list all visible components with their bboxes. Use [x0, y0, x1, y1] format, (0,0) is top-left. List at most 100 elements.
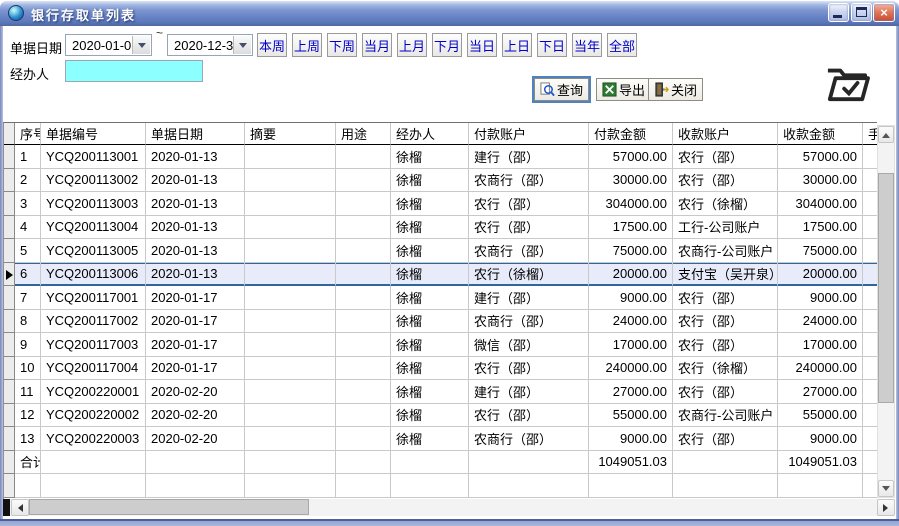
- table-cell[interactable]: 4: [15, 216, 41, 240]
- period-button[interactable]: 下日: [537, 33, 567, 57]
- period-button[interactable]: 本周: [257, 33, 287, 57]
- table-cell[interactable]: [245, 192, 336, 216]
- table-cell[interactable]: [245, 333, 336, 357]
- table-cell[interactable]: [245, 216, 336, 240]
- table-cell[interactable]: YCQ200220002: [41, 404, 146, 428]
- column-header[interactable]: 付款金额: [589, 123, 673, 145]
- table-cell[interactable]: [336, 239, 391, 263]
- table-cell[interactable]: 农商行（邵）: [469, 427, 589, 451]
- table-cell[interactable]: 工行-公司账户: [673, 216, 778, 240]
- period-button[interactable]: 当日: [467, 33, 497, 57]
- table-cell[interactable]: [245, 145, 336, 169]
- table-cell[interactable]: 75000.00: [778, 239, 863, 263]
- table-cell[interactable]: 20000.00: [589, 263, 673, 287]
- vertical-scrollbar[interactable]: [877, 125, 895, 498]
- table-cell[interactable]: 农商行（邵）: [469, 310, 589, 334]
- row-selector[interactable]: [4, 310, 15, 334]
- column-header[interactable]: 单据编号: [41, 123, 146, 145]
- table-cell[interactable]: 徐榴: [391, 404, 469, 428]
- table-cell[interactable]: 55000.00: [589, 404, 673, 428]
- table-cell[interactable]: YCQ200113005: [41, 239, 146, 263]
- table-cell[interactable]: 徐榴: [391, 239, 469, 263]
- table-cell[interactable]: YCQ200113002: [41, 169, 146, 193]
- date-to-combo[interactable]: 2020-12-31: [167, 34, 253, 56]
- table-cell[interactable]: 9000.00: [589, 427, 673, 451]
- table-cell[interactable]: 17000.00: [589, 333, 673, 357]
- table-cell[interactable]: 建行（邵）: [469, 286, 589, 310]
- table-cell[interactable]: [245, 380, 336, 404]
- row-selector[interactable]: [4, 145, 15, 169]
- table-cell[interactable]: 27000.00: [589, 380, 673, 404]
- table-cell[interactable]: [863, 404, 877, 428]
- table-cell[interactable]: 240000.00: [589, 357, 673, 381]
- table-cell[interactable]: 徐榴: [391, 357, 469, 381]
- table-cell[interactable]: [863, 427, 877, 451]
- table-cell[interactable]: [336, 286, 391, 310]
- table-cell[interactable]: [336, 263, 391, 287]
- table-cell[interactable]: [336, 145, 391, 169]
- table-cell[interactable]: 2020-01-13: [146, 239, 245, 263]
- table-cell[interactable]: [336, 192, 391, 216]
- row-selector[interactable]: [4, 474, 15, 498]
- maximize-button[interactable]: [851, 3, 872, 22]
- row-selector[interactable]: [4, 216, 15, 240]
- column-header[interactable]: 收款账户: [673, 123, 778, 145]
- table-cell[interactable]: 24000.00: [589, 310, 673, 334]
- table-cell[interactable]: [863, 310, 877, 334]
- row-selector[interactable]: [4, 380, 15, 404]
- column-header[interactable]: 用途: [336, 123, 391, 145]
- table-cell[interactable]: 304000.00: [589, 192, 673, 216]
- column-header[interactable]: 序号: [15, 123, 41, 145]
- table-cell[interactable]: 2020-01-17: [146, 310, 245, 334]
- table-cell[interactable]: [336, 357, 391, 381]
- handler-input[interactable]: [65, 60, 203, 82]
- table-cell[interactable]: [863, 192, 877, 216]
- table-cell[interactable]: 支付宝（吴开泉）: [673, 263, 778, 287]
- table-cell[interactable]: 3: [15, 192, 41, 216]
- table-cell[interactable]: 2020-01-13: [146, 263, 245, 287]
- table-cell[interactable]: 农商行（邵）: [469, 239, 589, 263]
- table-cell[interactable]: 55000.00: [778, 404, 863, 428]
- table-cell[interactable]: 建行（邵）: [469, 145, 589, 169]
- table-cell[interactable]: 徐榴: [391, 333, 469, 357]
- table-cell[interactable]: 农商行-公司账户: [673, 404, 778, 428]
- table-cell[interactable]: YCQ200113004: [41, 216, 146, 240]
- table-cell[interactable]: 农行（邵）: [673, 169, 778, 193]
- table-cell[interactable]: 微信（邵）: [469, 333, 589, 357]
- table-cell[interactable]: 9: [15, 333, 41, 357]
- table-cell[interactable]: 2020-01-13: [146, 169, 245, 193]
- table-cell[interactable]: 304000.00: [778, 192, 863, 216]
- table-cell[interactable]: YCQ200117001: [41, 286, 146, 310]
- scroll-left-button[interactable]: [11, 499, 29, 516]
- table-cell[interactable]: 7: [15, 286, 41, 310]
- minimize-button[interactable]: [828, 3, 849, 22]
- table-cell[interactable]: 农行（邵）: [469, 404, 589, 428]
- table-cell[interactable]: [245, 263, 336, 287]
- export-button[interactable]: 导出: [596, 78, 651, 101]
- chevron-down-icon[interactable]: [132, 36, 150, 54]
- period-button[interactable]: 当月: [362, 33, 392, 57]
- row-selector[interactable]: [4, 427, 15, 451]
- table-cell[interactable]: 农行（邵）: [673, 380, 778, 404]
- table-cell[interactable]: 徐榴: [391, 286, 469, 310]
- period-button[interactable]: 全部: [607, 33, 637, 57]
- table-cell[interactable]: 2020-02-20: [146, 427, 245, 451]
- horizontal-scrollbar[interactable]: [3, 499, 895, 516]
- table-cell[interactable]: 徐榴: [391, 169, 469, 193]
- table-cell[interactable]: [245, 239, 336, 263]
- table-cell[interactable]: 农商行-公司账户: [673, 239, 778, 263]
- table-cell[interactable]: 农行（邵）: [673, 427, 778, 451]
- table-cell[interactable]: [863, 357, 877, 381]
- table-cell[interactable]: 9000.00: [589, 286, 673, 310]
- row-selector[interactable]: [4, 286, 15, 310]
- table-cell[interactable]: 农行（邵）: [673, 310, 778, 334]
- table-cell[interactable]: 20000.00: [778, 263, 863, 287]
- table-cell[interactable]: 24000.00: [778, 310, 863, 334]
- table-cell[interactable]: 1: [15, 145, 41, 169]
- row-selector[interactable]: [4, 192, 15, 216]
- table-cell[interactable]: 8: [15, 310, 41, 334]
- row-selector[interactable]: [4, 451, 15, 475]
- table-cell[interactable]: 5: [15, 239, 41, 263]
- table-cell[interactable]: 徐榴: [391, 380, 469, 404]
- table-cell[interactable]: 农行（邵）: [673, 286, 778, 310]
